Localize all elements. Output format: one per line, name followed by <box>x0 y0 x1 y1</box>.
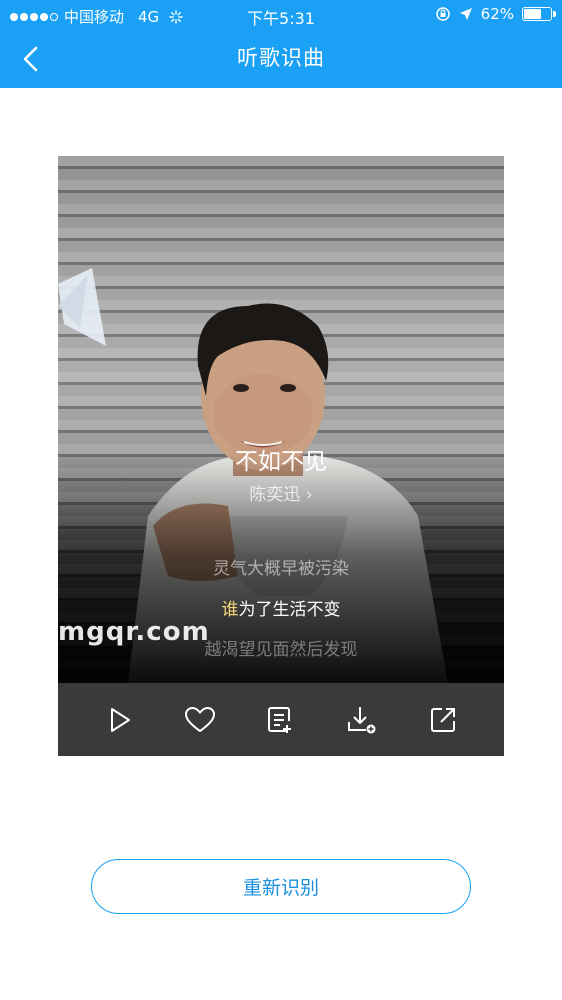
artist-link[interactable]: 陈奕迅 › <box>58 480 504 505</box>
nav-bar: 听歌识曲 <box>0 30 562 88</box>
location-arrow-icon <box>459 8 472 20</box>
status-bar: 中国移动 4G 下午5:31 62% <box>0 0 562 30</box>
song-title: 不如不见 <box>235 449 327 475</box>
orientation-lock-icon <box>435 7 450 21</box>
like-button[interactable] <box>180 700 220 740</box>
download-button[interactable] <box>342 700 382 740</box>
page-title: 听歌识曲 <box>237 46 325 70</box>
add-to-playlist-icon <box>267 706 291 733</box>
heart-icon <box>184 706 215 732</box>
album-cover-image: 不如不见 陈奕迅 › 灵气大概早被污染 谁为了生活不变 越渴望见面然后发现 <box>58 156 504 683</box>
retry-recognition-button[interactable]: 重新识别 <box>91 859 471 914</box>
watermark-text: mgqr.com <box>58 617 210 647</box>
share-icon <box>431 707 456 732</box>
add-to-playlist-button[interactable] <box>261 700 301 740</box>
lyric-line-previous: 灵气大概早被污染 <box>213 559 349 579</box>
top-bar: 中国移动 4G 下午5:31 62% 听歌识曲 <box>0 0 562 88</box>
download-icon <box>348 706 376 733</box>
player-controls <box>58 683 504 756</box>
play-icon <box>110 707 130 732</box>
lyric-current-highlight: 谁 <box>221 600 239 620</box>
battery-icon <box>522 7 556 21</box>
play-button[interactable] <box>99 700 139 740</box>
battery-percent: 62% <box>480 5 514 23</box>
lyric-current-rest: 为了生活不变 <box>238 600 341 620</box>
song-result-card: 不如不见 陈奕迅 › 灵气大概早被污染 谁为了生活不变 越渴望见面然后发现 <box>58 156 504 756</box>
status-right: 62% <box>435 5 556 23</box>
share-button[interactable] <box>423 700 463 740</box>
